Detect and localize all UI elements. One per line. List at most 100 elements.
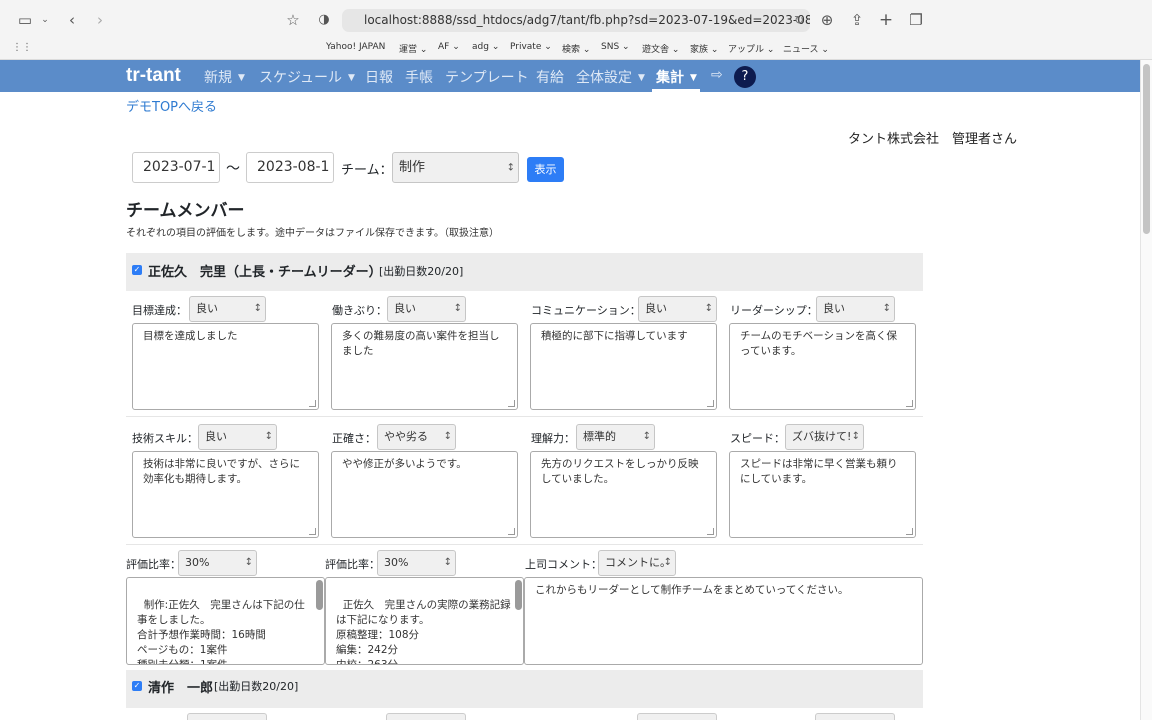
- scrollbar-thumb[interactable]: [1143, 64, 1150, 234]
- eval-select-accuracy[interactable]: やや劣る: [377, 424, 456, 450]
- eval-label-work: 働きぶり：: [332, 304, 387, 317]
- attendance-days: [出勤日数20/20]: [379, 265, 464, 278]
- textarea-scrollbar[interactable]: [515, 580, 522, 610]
- eval-comment-work[interactable]: 多くの難易度の高い案件を担当しました: [331, 323, 518, 410]
- logout-icon[interactable]: ⇨: [711, 67, 723, 83]
- share-icon[interactable]: ⇪: [849, 11, 865, 29]
- bookmark-apple[interactable]: アップル ⌄: [728, 42, 774, 55]
- download-icon[interactable]: ⊕: [819, 11, 835, 29]
- tabs-overview-icon[interactable]: ❐: [908, 11, 924, 29]
- member-name: 清作 一郎: [148, 681, 214, 696]
- shield-icon[interactable]: ◑: [316, 11, 332, 29]
- bookmark-yubunsha[interactable]: 遊文舎 ⌄: [642, 42, 679, 55]
- show-button[interactable]: 表示: [527, 157, 564, 182]
- nav-daily-report[interactable]: 日報: [365, 67, 393, 87]
- eval-comment-skill[interactable]: 技術は非常に良いですが、さらに効率化も期待します。: [132, 451, 319, 538]
- ratio-work-record-text: 正佐久 完里さんの実際の業務記録は下記になります。 原稿整理：108分 編集：2…: [336, 599, 511, 665]
- bookmarks-bar: ⋮⋮ Yahoo! JAPAN 運営 ⌄ AF ⌄ adg ⌄ Private …: [0, 40, 1152, 56]
- eval-label-goal: 目標達成：: [132, 304, 187, 317]
- eval-label-accuracy: 正確さ：: [332, 432, 376, 445]
- star-icon[interactable]: ☆: [284, 11, 302, 29]
- eval-select-leadership[interactable]: 良い: [816, 296, 895, 322]
- eval-select-communication[interactable]: 良い: [638, 296, 717, 322]
- eval-select-stub[interactable]: [815, 713, 895, 720]
- bookmark-adg[interactable]: adg ⌄: [472, 42, 499, 52]
- app-navbar: tr-tant 新規 ▼ スケジュール ▼ 日報 手帳 テンプレート 有給 全体設定…: [0, 60, 1140, 92]
- nav-summary[interactable]: 集計 ▼: [656, 67, 697, 87]
- nav-template[interactable]: テンプレート: [445, 67, 529, 87]
- eval-label-communication: コミュニケーション：: [531, 304, 641, 317]
- range-separator: 〜: [226, 161, 240, 177]
- bookmark-unei[interactable]: 運営 ⌄: [399, 42, 427, 55]
- page-description: それぞれの項目の評価をします。途中データはファイル保存できます。（取扱注意）: [126, 228, 499, 239]
- member-header: ✓ 正佐久 完里（上長・チームリーダー） [出勤日数20/20]: [126, 253, 923, 291]
- attendance-days: [出勤日数20/20]: [214, 680, 299, 693]
- url-text: localhost:8888/ssd_htdocs/adg7/tant/fb.p…: [364, 13, 810, 27]
- row-divider: [126, 416, 923, 417]
- browser-toolbar: ▭ ⌄ ‹ › ☆ ◑ localhost:8888/ssd_htdocs/ad…: [0, 0, 1152, 60]
- eval-comment-understanding[interactable]: 先方のリクエストをしっかり反映していました。: [530, 451, 717, 538]
- ratio-label: 評価比率：: [325, 558, 380, 571]
- eval-select-speed[interactable]: ズバ抜けて!: [785, 424, 864, 450]
- eval-label-speed: スピード：: [730, 432, 785, 445]
- member-name: 正佐久 完里（上長・チームリーダー）: [148, 265, 382, 280]
- team-select[interactable]: 制作: [392, 152, 519, 183]
- bookmark-af[interactable]: AF ⌄: [438, 42, 460, 52]
- ratio-select[interactable]: 30%: [377, 550, 456, 576]
- start-date-input[interactable]: 2023-07-1: [132, 152, 220, 183]
- ratio-work-record[interactable]: 正佐久 完里さんの実際の業務記録は下記になります。 原稿整理：108分 編集：2…: [325, 577, 524, 665]
- ratio-work-summary-text: 制作:正佐久 完里さんは下記の仕事をしました。 合計予想作業時間：16時間 ペー…: [137, 599, 305, 665]
- eval-select-stub[interactable]: [637, 713, 717, 720]
- eval-comment-accuracy[interactable]: やや修正が多いようです。: [331, 451, 518, 538]
- eval-label-skill: 技術スキル：: [132, 432, 198, 445]
- nav-paid-leave[interactable]: 有給: [536, 67, 564, 87]
- boss-comment-select[interactable]: コメントに。: [598, 550, 676, 576]
- bookmark-private[interactable]: Private ⌄: [510, 42, 552, 52]
- bookmark-yahoo[interactable]: Yahoo! JAPAN: [326, 42, 385, 52]
- forward-arrow-icon[interactable]: ›: [92, 11, 108, 29]
- boss-comment-label: 上司コメント：: [525, 558, 602, 571]
- reload-icon[interactable]: ↻: [794, 9, 804, 32]
- back-to-demo-link[interactable]: デモTOPへ戻る: [126, 96, 217, 115]
- nav-settings[interactable]: 全体設定 ▼: [576, 67, 645, 87]
- grid-icon[interactable]: ⋮⋮: [12, 42, 32, 53]
- member-checkbox[interactable]: ✓: [132, 265, 142, 275]
- ratio-select[interactable]: 30%: [178, 550, 257, 576]
- eval-select-work[interactable]: 良い: [387, 296, 466, 322]
- new-tab-icon[interactable]: +: [878, 11, 894, 29]
- brand-logo[interactable]: tr-tant: [126, 65, 181, 87]
- eval-comment-goal[interactable]: 目標を達成しました: [132, 323, 319, 410]
- eval-select-stub[interactable]: [187, 713, 267, 720]
- page-title: チームメンバー: [126, 201, 245, 221]
- member-header: ✓ 清作 一郎 [出勤日数20/20]: [126, 670, 923, 708]
- eval-comment-speed[interactable]: スピードは非常に早く営業も頼りにしています。: [729, 451, 916, 538]
- help-button[interactable]: ?: [734, 66, 756, 88]
- address-bar[interactable]: localhost:8888/ssd_htdocs/adg7/tant/fb.p…: [342, 9, 810, 32]
- eval-select-skill[interactable]: 良い: [198, 424, 277, 450]
- company-user-label: タント株式会社 管理者さん: [848, 132, 1018, 147]
- nav-notebook[interactable]: 手帳: [405, 67, 433, 87]
- nav-schedule[interactable]: スケジュール ▼: [259, 67, 355, 87]
- eval-label-leadership: リーダーシップ：: [730, 304, 818, 317]
- bookmark-search[interactable]: 検索 ⌄: [562, 42, 590, 55]
- bookmark-news[interactable]: ニュース ⌄: [783, 42, 829, 55]
- member-checkbox[interactable]: ✓: [132, 681, 142, 691]
- boss-comment-textarea[interactable]: これからもリーダーとして制作チームをまとめていってください。: [524, 577, 923, 665]
- eval-comment-communication[interactable]: 積極的に部下に指導しています: [530, 323, 717, 410]
- bookmark-family[interactable]: 家族 ⌄: [690, 42, 718, 55]
- eval-select-stub[interactable]: [386, 713, 466, 720]
- ratio-work-summary[interactable]: 制作:正佐久 完里さんは下記の仕事をしました。 合計予想作業時間：16時間 ペー…: [126, 577, 325, 665]
- bookmark-sns[interactable]: SNS ⌄: [601, 42, 630, 52]
- back-arrow-icon[interactable]: ‹: [64, 11, 80, 29]
- chevron-down-icon[interactable]: ⌄: [40, 11, 50, 29]
- end-date-input[interactable]: 2023-08-1: [246, 152, 334, 183]
- sidebar-toggle-icon[interactable]: ▭: [14, 11, 36, 29]
- eval-select-goal[interactable]: 良い: [189, 296, 266, 322]
- row-divider: [126, 544, 923, 545]
- eval-label-understanding: 理解力：: [531, 432, 575, 445]
- textarea-scrollbar[interactable]: [316, 580, 323, 610]
- team-label: チーム：: [341, 163, 393, 178]
- nav-new[interactable]: 新規 ▼: [204, 67, 245, 87]
- eval-comment-leadership[interactable]: チームのモチベーションを高く保っています。: [729, 323, 916, 410]
- eval-select-understanding[interactable]: 標準的: [576, 424, 655, 450]
